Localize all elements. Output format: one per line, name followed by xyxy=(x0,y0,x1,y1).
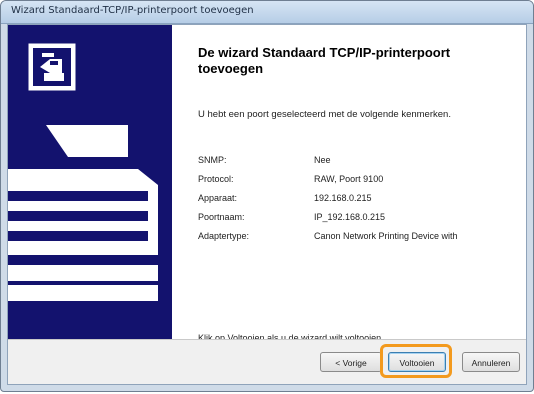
property-label: Apparaat: xyxy=(198,193,238,203)
printer-illustration xyxy=(8,125,158,301)
wizard-content: De wizard Standaard TCP/IP-printerpoort … xyxy=(172,25,528,343)
property-value: Nee xyxy=(314,155,331,165)
title-bar[interactable]: Wizard Standaard-TCP/IP-printerpoort toe… xyxy=(1,1,533,24)
wizard-intro-text: U hebt een poort geselecteerd met de vol… xyxy=(198,109,451,120)
wizard-heading: De wizard Standaard TCP/IP-printerpoort … xyxy=(198,45,451,76)
printer-wizard-icon xyxy=(28,43,76,91)
property-row: Poortnaam: IP_192.168.0.215 xyxy=(198,212,528,231)
cancel-button[interactable]: Annuleren xyxy=(462,352,520,372)
wizard-client-area: De wizard Standaard TCP/IP-printerpoort … xyxy=(7,24,527,385)
property-row: Adaptertype: Canon Network Printing Devi… xyxy=(198,231,528,250)
wizard-window: Wizard Standaard-TCP/IP-printerpoort toe… xyxy=(0,0,534,392)
wizard-button-bar: < Vorige Voltooien Annuleren xyxy=(8,339,526,384)
window-title: Wizard Standaard-TCP/IP-printerpoort toe… xyxy=(11,5,254,16)
property-label: Protocol: xyxy=(198,174,234,184)
finish-button[interactable]: Voltooien xyxy=(388,352,446,372)
property-row: Apparaat: 192.168.0.215 xyxy=(198,193,528,212)
wizard-side-panel xyxy=(8,25,172,340)
property-label: SNMP: xyxy=(198,155,227,165)
property-label: Adaptertype: xyxy=(198,231,250,241)
property-label: Poortnaam: xyxy=(198,212,245,222)
port-properties: SNMP: Nee Protocol: RAW, Poort 9100 Appa… xyxy=(198,155,528,250)
property-value: IP_192.168.0.215 xyxy=(314,212,386,222)
back-button[interactable]: < Vorige xyxy=(320,352,382,372)
property-row: SNMP: Nee xyxy=(198,155,528,174)
property-value: RAW, Poort 9100 xyxy=(314,174,384,184)
property-value: Canon Network Printing Device with xyxy=(314,231,458,241)
property-value: 192.168.0.215 xyxy=(314,193,372,203)
property-row: Protocol: RAW, Poort 9100 xyxy=(198,174,528,193)
